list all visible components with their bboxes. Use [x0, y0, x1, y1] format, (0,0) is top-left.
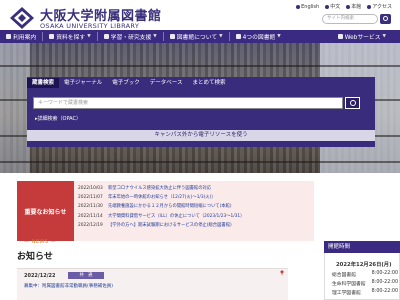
util-link-chinese[interactable]: 中文 [325, 3, 340, 10]
globe-icon [325, 4, 330, 9]
chevron-down-icon: ▼ [277, 34, 281, 39]
chevron-down-icon: ▼ [153, 34, 157, 39]
util-link-english[interactable]: English [296, 3, 319, 10]
important-notice-heading: 重要なお知らせ [17, 181, 74, 241]
university-logo-icon[interactable] [8, 5, 36, 31]
building-icon [169, 34, 175, 39]
advanced-search-link[interactable]: ▸詳細検索（OPAC） [35, 115, 81, 122]
nav-item-learning-support[interactable]: 学習・研究支援 ▼ [98, 30, 163, 43]
nav-item-search-materials[interactable]: 資料を探す ▼ [43, 30, 96, 43]
main-nav: 利用案内 資料を探す ▼ 学習・研究支援 ▼ 図書館について ▼ 4つの図書館 ▼ We… [0, 30, 400, 43]
nav-item-web-service[interactable]: Webサービス ▼ [332, 30, 392, 43]
tab-e-book[interactable]: 電子ブック [107, 78, 145, 88]
nav-item-guide[interactable]: 利用案内 [0, 30, 42, 43]
notice-item[interactable]: 2022/11/14 大学間資料貸借サービス（ILL）の休止について（2023/1… [78, 212, 314, 221]
menu-icon [6, 34, 11, 39]
news-heading: お知らせ [17, 252, 53, 262]
search-tabs: 蔵書検索 電子ジャーナル 電子ブック データベース まとめて検索 [27, 78, 231, 88]
hours-row: 総合図書館 8:00-22:00 [332, 271, 398, 278]
tab-e-journal[interactable]: 電子ジャーナル [59, 78, 107, 88]
map-pin-icon [367, 4, 372, 9]
monitor-icon [337, 34, 343, 39]
nav-item-four-libraries[interactable]: 4つの図書館 ▼ [230, 30, 287, 43]
news-title[interactable]: 募集中：附属図書館非常勤職員(事務補佐員) [24, 283, 113, 289]
catalog-search-input[interactable]: キーワードで蔵書検索 [33, 97, 343, 109]
site-search-input[interactable]: サイト内検索 [322, 14, 378, 24]
hours-row: 理工学図書館 8:00-22:00 [332, 289, 398, 296]
catalog-search-button[interactable] [345, 97, 360, 109]
notice-item[interactable]: 2022/10/03 新型コロナウイルス感染拡大防止に伴う図書館の対応 [78, 184, 314, 193]
home-icon [346, 4, 351, 9]
hero-window [0, 43, 30, 173]
opening-hours-heading: 開館時間 [324, 241, 400, 253]
chevron-down-icon: ▼ [219, 34, 223, 39]
utility-links: English 中文 本館 アクセス [296, 3, 392, 10]
tab-unified-search[interactable]: まとめて検索 [188, 78, 231, 88]
hours-row: 生命科学図書館 8:00-22:00 [332, 280, 398, 287]
news-item[interactable]: 2022/12/22 共 通 募集中：附属図書館非常勤職員(事務補佐員) [17, 268, 288, 300]
notice-item[interactable]: 2022/11/07 年末年始の一時休館のお知らせ（12/27(火)～1/3(火)… [78, 193, 314, 202]
notice-item[interactable]: 2022/11/30 先端教養施設にかかる１２月からの開館時間短縮について(本館) [78, 202, 314, 211]
pen-icon [103, 34, 109, 39]
important-notice-list: 2022/10/03 新型コロナウイルス感染拡大防止に伴う図書館の対応 2022/… [74, 181, 314, 241]
tab-catalog[interactable]: 蔵書検索 [27, 78, 60, 88]
site-search-button[interactable] [380, 14, 391, 24]
notice-item[interactable]: 2022/12/19 【学外の方へ】期末試験期におけるサービスの停止(総合図書館) [78, 221, 314, 230]
news-label-en: — NEWS — [24, 239, 57, 245]
chevron-down-icon: ▼ [87, 34, 91, 39]
globe-icon [296, 4, 301, 9]
util-link-access[interactable]: アクセス [367, 3, 392, 10]
pin-icon [280, 270, 284, 276]
shelf-line [0, 161, 400, 163]
shelf-line [0, 65, 400, 67]
site-title-en: OSAKA UNIVERSITY LIBRARY [40, 22, 140, 30]
chevron-down-icon: ▼ [382, 34, 386, 39]
util-link-main[interactable]: 本館 [346, 3, 361, 10]
tab-database[interactable]: データベース [145, 78, 188, 88]
search-icon [49, 34, 55, 39]
nav-item-about[interactable]: 図書館について ▼ [164, 30, 229, 43]
news-date: 2022/12/22 [24, 273, 56, 279]
category-badge: 共 通 [68, 272, 104, 279]
library-icon [235, 34, 241, 39]
opening-hours-date: 2022年12月26日(月) [336, 262, 392, 268]
remote-access-button[interactable]: キャンパス外から電子リソースを使う [27, 130, 375, 141]
